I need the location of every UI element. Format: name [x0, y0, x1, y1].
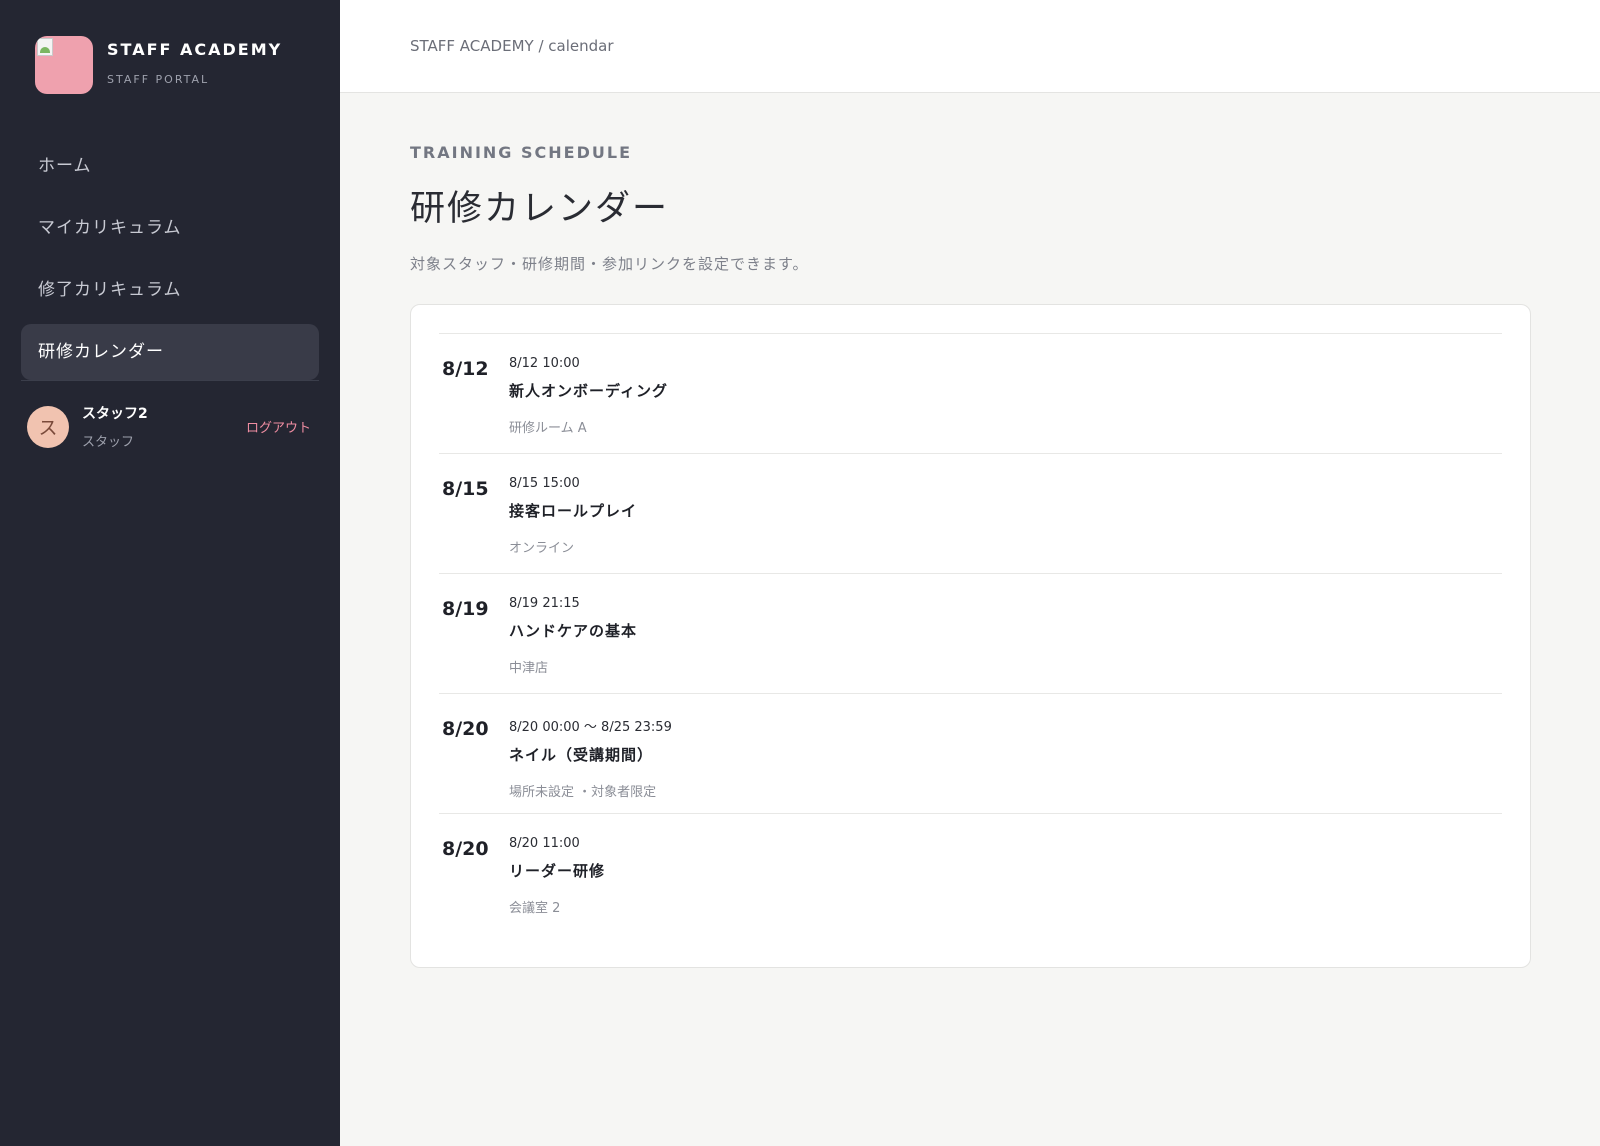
event-time: 8/12 10:00	[509, 356, 580, 371]
event-date: 8/20	[442, 718, 489, 740]
event-location: 研修ルーム A	[509, 421, 587, 436]
page-description: 対象スタッフ・研修期間・参加リンクを設定できます。	[410, 255, 809, 273]
event-date: 8/19	[442, 598, 489, 620]
event-time: 8/15 15:00	[509, 476, 580, 491]
event-list-card: 8/12 8/12 10:00 新人オンボーディング 研修ルーム A 8/15 …	[410, 304, 1531, 968]
user-info: スタッフ2 スタッフ	[82, 403, 246, 450]
event-body: 8/20 11:00 リーダー研修 会議室 2	[509, 836, 605, 933]
brand-logo	[35, 36, 93, 94]
sidebar-item-completed-curriculum[interactable]: 修了カリキュラム	[21, 262, 319, 318]
event-date: 8/20	[442, 838, 489, 860]
sidebar-item-home[interactable]: ホーム	[21, 138, 319, 194]
logout-button[interactable]: ログアウト	[246, 417, 319, 436]
event-location: 場所未設定 ・対象者限定	[509, 785, 657, 800]
event-title: ネイル（受講期間）	[509, 746, 654, 764]
brand-subtitle: STAFF PORTAL	[107, 73, 210, 86]
event-time: 8/20 11:00	[509, 836, 580, 851]
user-name: スタッフ2	[82, 406, 148, 422]
main-area: STAFF ACADEMY / calendar TRAINING SCHEDU…	[340, 0, 1600, 1146]
user-panel: ス スタッフ2 スタッフ ログアウト	[21, 403, 319, 450]
event-row[interactable]: 8/19 8/19 21:15 ハンドケアの基本 中津店	[439, 573, 1502, 693]
event-body: 8/12 10:00 新人オンボーディング 研修ルーム A	[509, 356, 668, 453]
event-location: 中津店	[509, 661, 549, 676]
page-title: 研修カレンダー	[410, 189, 670, 229]
event-time: 8/19 21:15	[509, 596, 580, 611]
event-body: 8/15 15:00 接客ロールプレイ オンライン	[509, 476, 637, 573]
event-row[interactable]: 8/12 8/12 10:00 新人オンボーディング 研修ルーム A	[439, 333, 1502, 453]
event-location: 会議室 2	[509, 901, 561, 916]
page-content: TRAINING SCHEDULE 研修カレンダー 対象スタッフ・研修期間・参加…	[340, 93, 1600, 968]
event-title: ハンドケアの基本	[509, 622, 638, 640]
event-title: 接客ロールプレイ	[509, 502, 638, 520]
event-location: オンライン	[509, 541, 575, 556]
top-bar: STAFF ACADEMY / calendar	[340, 0, 1600, 93]
brand-title: STAFF ACADEMY	[107, 40, 283, 59]
event-time: 8/20 00:00 〜 8/25 23:59	[509, 720, 672, 735]
event-body: 8/19 21:15 ハンドケアの基本 中津店	[509, 596, 637, 693]
app-root: STAFF ACADEMY STAFF PORTAL ホーム マイカリキュラム …	[0, 0, 1600, 1146]
event-row[interactable]: 8/20 8/20 11:00 リーダー研修 会議室 2	[439, 813, 1502, 933]
sidebar-divider	[21, 380, 319, 381]
event-row[interactable]: 8/20 8/20 00:00 〜 8/25 23:59 ネイル（受講期間） 場…	[439, 693, 1502, 813]
sidebar: STAFF ACADEMY STAFF PORTAL ホーム マイカリキュラム …	[0, 0, 340, 1146]
brand-text: STAFF ACADEMY STAFF PORTAL	[107, 36, 282, 86]
user-role: スタッフ	[82, 435, 135, 450]
event-body: 8/20 00:00 〜 8/25 23:59 ネイル（受講期間） 場所未設定 …	[509, 716, 672, 813]
sidebar-item-training-calendar[interactable]: 研修カレンダー	[21, 324, 319, 380]
broken-image-icon	[37, 38, 53, 56]
breadcrumb: STAFF ACADEMY / calendar	[410, 37, 614, 55]
event-title: リーダー研修	[509, 862, 606, 880]
sidebar-item-my-curriculum[interactable]: マイカリキュラム	[21, 200, 319, 256]
event-row[interactable]: 8/15 8/15 15:00 接客ロールプレイ オンライン	[439, 453, 1502, 573]
sidebar-nav: ホーム マイカリキュラム 修了カリキュラム 研修カレンダー	[21, 138, 319, 380]
event-date: 8/15	[442, 478, 489, 500]
event-date: 8/12	[442, 358, 489, 380]
brand[interactable]: STAFF ACADEMY STAFF PORTAL	[21, 36, 319, 94]
event-title: 新人オンボーディング	[509, 382, 668, 400]
avatar: ス	[27, 405, 69, 448]
page-eyebrow: TRAINING SCHEDULE	[410, 143, 632, 162]
